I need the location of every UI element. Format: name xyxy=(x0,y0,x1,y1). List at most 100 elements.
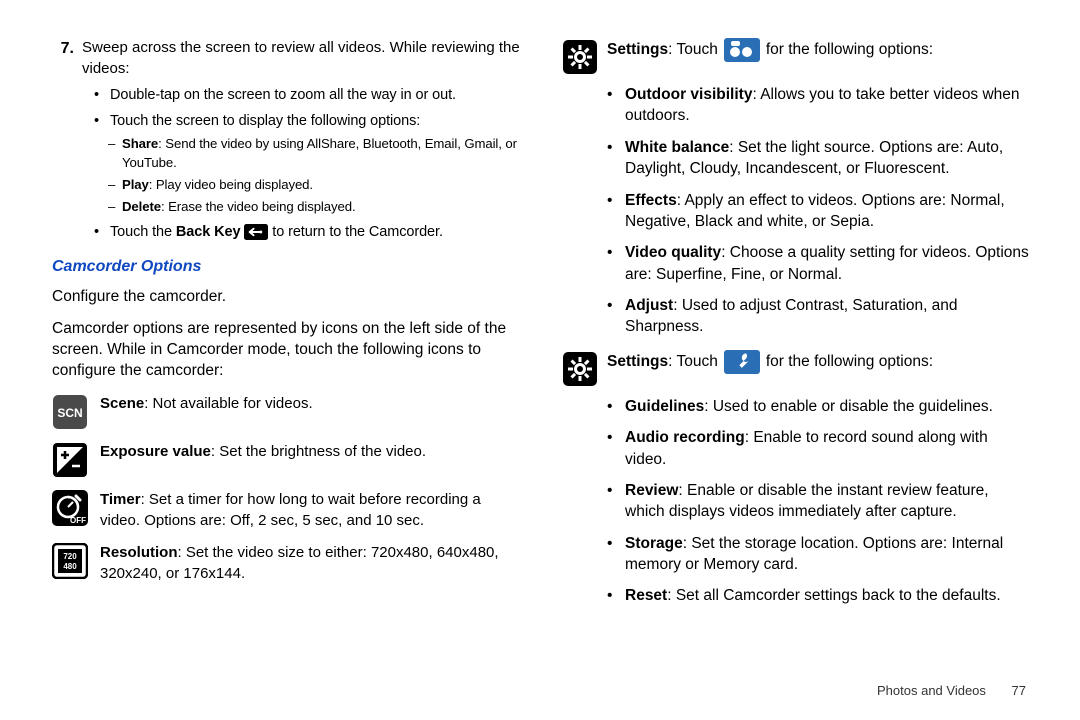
option-text: Exposure value: Set the brightness of th… xyxy=(100,442,521,463)
bullet-item: •Outdoor visibility: Allows you to take … xyxy=(607,84,1032,127)
svg-text:SCN: SCN xyxy=(57,406,82,420)
option-row: SCN Scene: Not available for videos. xyxy=(52,394,521,430)
wrench-icon xyxy=(724,350,760,374)
timer-icon: OFF xyxy=(52,490,88,526)
step-item: 7. Sweep across the screen to review all… xyxy=(52,38,521,79)
bullet-text: Double-tap on the screen to zoom all the… xyxy=(110,85,456,105)
bullet-item: • Touch the Back Key to return to the Ca… xyxy=(94,222,521,242)
bullet-dot: • xyxy=(94,85,104,105)
settings-label: Settings xyxy=(607,41,668,58)
step-number: 7. xyxy=(52,38,74,79)
bullet-label: Reset xyxy=(625,587,667,604)
columns: 7. Sweep across the screen to review all… xyxy=(52,38,1032,607)
bullet-label: Outdoor visibility xyxy=(625,86,752,103)
page: 7. Sweep across the screen to review all… xyxy=(0,0,1080,720)
dash-text: Delete: Erase the video being displayed. xyxy=(122,198,356,216)
svg-text:720: 720 xyxy=(63,552,77,561)
bullet-item: •Video quality: Choose a quality setting… xyxy=(607,242,1032,285)
camera-switch-icon xyxy=(724,38,760,62)
resolution-icon: 720480 xyxy=(52,543,88,579)
bullet-label: Review xyxy=(625,482,678,499)
bullet-item: •Review: Enable or disable the instant r… xyxy=(607,480,1032,523)
option-rest: : Set the brightness of the video. xyxy=(211,443,426,460)
bullet-rest: : Apply an effect to videos. Options are… xyxy=(625,192,1005,230)
text-pre: : Touch xyxy=(668,41,718,58)
option-text: Scene: Not available for videos. xyxy=(100,394,521,415)
bullet-item: •Effects: Apply an effect to videos. Opt… xyxy=(607,190,1032,233)
option-row: Exposure value: Set the brightness of th… xyxy=(52,442,521,478)
bullet-item: • Double-tap on the screen to zoom all t… xyxy=(94,85,521,105)
bullet-item: • Touch the screen to display the follow… xyxy=(94,111,521,131)
text-post: for the following options: xyxy=(766,39,933,60)
bullet-item: •Guidelines: Used to enable or disable t… xyxy=(607,396,1032,417)
text-post: to return to the Camcorder. xyxy=(272,224,443,240)
gear-icon xyxy=(563,352,597,386)
bullet-rest: : Used to adjust Contrast, Saturation, a… xyxy=(625,297,958,335)
step-text: Sweep across the screen to review all vi… xyxy=(82,38,521,79)
paragraph: Configure the camcorder. xyxy=(52,286,521,307)
settings-block-2: Settings: Touch for the following option… xyxy=(563,350,1032,386)
dash-label: Delete xyxy=(122,199,161,214)
back-key-icon xyxy=(244,224,268,240)
dash-text: Share: Send the video by using AllShare,… xyxy=(122,135,521,171)
bullet-label: Video quality xyxy=(625,244,721,261)
option-rest: : Not available for videos. xyxy=(144,395,312,412)
settings-head-2: Settings: Touch for the following option… xyxy=(607,350,1032,374)
bullet-dot: • xyxy=(94,111,104,131)
settings-block-1: Settings: Touch for the following option… xyxy=(563,38,1032,74)
bullet-label: Effects xyxy=(625,192,677,209)
option-label: Exposure value xyxy=(100,443,211,460)
dash-text: Play: Play video being displayed. xyxy=(122,176,313,194)
svg-text:OFF: OFF xyxy=(70,516,86,525)
bullet-rest: : Set all Camcorder settings back to the… xyxy=(667,587,1000,604)
bullet-item: •Storage: Set the storage location. Opti… xyxy=(607,533,1032,576)
bullet-dot: • xyxy=(94,222,104,242)
bullet-rest: : Enable or disable the instant review f… xyxy=(625,482,989,520)
text-post: for the following options: xyxy=(766,351,933,372)
bullet-text: Touch the Back Key to return to the Camc… xyxy=(110,222,443,242)
dash-rest: : Play video being displayed. xyxy=(149,177,313,192)
dash-item: – Share: Send the video by using AllShar… xyxy=(108,135,521,171)
option-text: Timer: Set a timer for how long to wait … xyxy=(100,490,521,531)
left-column: 7. Sweep across the screen to review all… xyxy=(52,38,521,607)
dash-mark: – xyxy=(108,135,118,171)
option-row: 720480 Resolution: Set the video size to… xyxy=(52,543,521,584)
section-heading: Camcorder Options xyxy=(52,256,521,278)
back-key-label: Back Key xyxy=(176,224,241,240)
bullet-label: Adjust xyxy=(625,297,673,314)
gear-icon xyxy=(563,40,597,74)
dash-mark: – xyxy=(108,176,118,194)
option-label: Resolution xyxy=(100,544,178,561)
right-column: Settings: Touch for the following option… xyxy=(563,38,1032,607)
option-row: OFF Timer: Set a timer for how long to w… xyxy=(52,490,521,531)
bullet-rest: : Used to enable or disable the guidelin… xyxy=(704,398,993,415)
sub-list-2: – Share: Send the video by using AllShar… xyxy=(94,135,521,216)
option-text: Resolution: Set the video size to either… xyxy=(100,543,521,584)
settings-label: Settings xyxy=(607,353,668,370)
page-number: 77 xyxy=(1012,683,1026,698)
bullet-item: •Audio recording: Enable to record sound… xyxy=(607,427,1032,470)
exposure-icon xyxy=(52,442,88,478)
bullet-item: •White balance: Set the light source. Op… xyxy=(607,137,1032,180)
page-footer: Photos and Videos 77 xyxy=(877,683,1026,698)
bullet-label: Audio recording xyxy=(625,429,745,446)
bullet-label: Guidelines xyxy=(625,398,704,415)
section-name: Photos and Videos xyxy=(877,683,986,698)
bullet-item: •Reset: Set all Camcorder settings back … xyxy=(607,585,1032,606)
dash-label: Play xyxy=(122,177,149,192)
bullet-rest: : Set the storage location. Options are:… xyxy=(625,535,1003,573)
option-rest: : Set a timer for how long to wait befor… xyxy=(100,491,481,529)
text-pre: Touch the xyxy=(110,224,176,240)
bullet-item: •Adjust: Used to adjust Contrast, Satura… xyxy=(607,295,1032,338)
dash-item: – Delete: Erase the video being displaye… xyxy=(108,198,521,216)
paragraph: Camcorder options are represented by ico… xyxy=(52,318,521,382)
text-pre: : Touch xyxy=(668,353,718,370)
dash-item: – Play: Play video being displayed. xyxy=(108,176,521,194)
option-label: Scene xyxy=(100,395,144,412)
dash-rest: : Erase the video being displayed. xyxy=(161,199,356,214)
dash-label: Share xyxy=(122,136,158,151)
dash-mark: – xyxy=(108,198,118,216)
bullet-label: White balance xyxy=(625,139,729,156)
dash-rest: : Send the video by using AllShare, Blue… xyxy=(122,136,517,169)
settings-head-1: Settings: Touch for the following option… xyxy=(607,38,1032,62)
